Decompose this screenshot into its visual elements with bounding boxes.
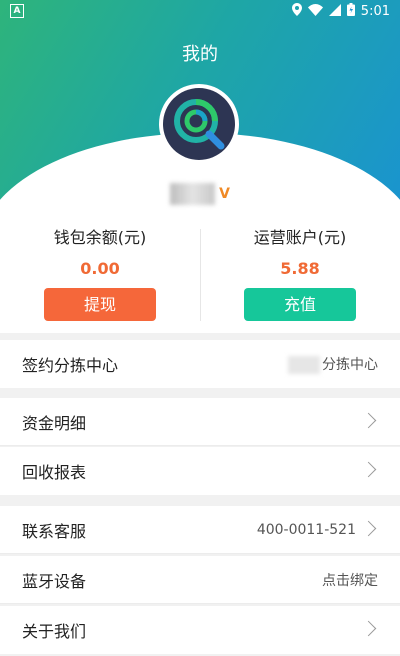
funds-row-title: 资金明细: [22, 414, 87, 433]
support-phone: 400-0011-521: [256, 522, 356, 538]
location-icon: [291, 3, 302, 20]
operating-amount: 5.88: [280, 259, 320, 278]
balance-label: 钱包余额(元): [53, 228, 147, 247]
bluetooth-bind-text: 点击绑定: [322, 573, 378, 589]
about-row-title: 关于我们: [22, 622, 87, 641]
recycle-row-title: 回收报表: [22, 463, 87, 482]
notification-a-icon: A: [10, 4, 24, 18]
blurred-username: [170, 183, 216, 205]
page-title: 我的: [182, 44, 218, 65]
support-row-title: 联系客服: [22, 522, 87, 541]
row-divider: [0, 603, 400, 604]
customer-service-row[interactable]: 联系客服 400-0011-521: [0, 506, 400, 554]
status-bar: A 5:01: [0, 0, 400, 22]
chevron-right-icon: [360, 412, 377, 429]
contract-row-value: 分拣中心: [288, 354, 378, 374]
wifi-icon: [307, 3, 323, 20]
about-us-row[interactable]: 关于我们: [0, 606, 400, 654]
operating-account-section: 运营账户(元) 5.88 充值: [200, 225, 400, 333]
signal-icon: [328, 3, 341, 20]
chevron-right-icon: [360, 520, 377, 537]
contract-sorting-center-row[interactable]: 签约分拣中心 分拣中心: [0, 340, 400, 388]
recycle-report-row[interactable]: 回收报表: [0, 447, 400, 495]
operating-label: 运营账户(元): [253, 228, 347, 247]
funds-detail-row[interactable]: 资金明细: [0, 398, 400, 446]
avatar-logo-icon: [163, 88, 235, 160]
row-divider: [0, 553, 400, 554]
row-divider: [0, 445, 400, 446]
bluetooth-device-row[interactable]: 蓝牙设备 点击绑定: [0, 556, 400, 604]
username: V: [170, 182, 230, 206]
balance-amount: 0.00: [80, 259, 120, 278]
blurred-text: [288, 356, 320, 374]
chevron-right-icon: [360, 620, 377, 637]
battery-icon: [346, 3, 355, 20]
contract-row-title: 签约分拣中心: [22, 356, 119, 375]
recharge-button[interactable]: 充值: [244, 288, 356, 321]
wallet-balance-section: 钱包余额(元) 0.00 提现: [0, 225, 200, 333]
avatar[interactable]: [159, 84, 239, 164]
clock-time: 5:01: [360, 4, 390, 19]
bluetooth-row-title: 蓝牙设备: [22, 572, 87, 591]
contract-value-text: 分拣中心: [322, 357, 378, 373]
chevron-right-icon: [360, 461, 377, 478]
verified-v-icon: V: [219, 186, 230, 202]
wallet-panel: 钱包余额(元) 0.00 提现 运营账户(元) 5.88 充值: [0, 225, 400, 333]
withdraw-button[interactable]: 提现: [44, 288, 156, 321]
